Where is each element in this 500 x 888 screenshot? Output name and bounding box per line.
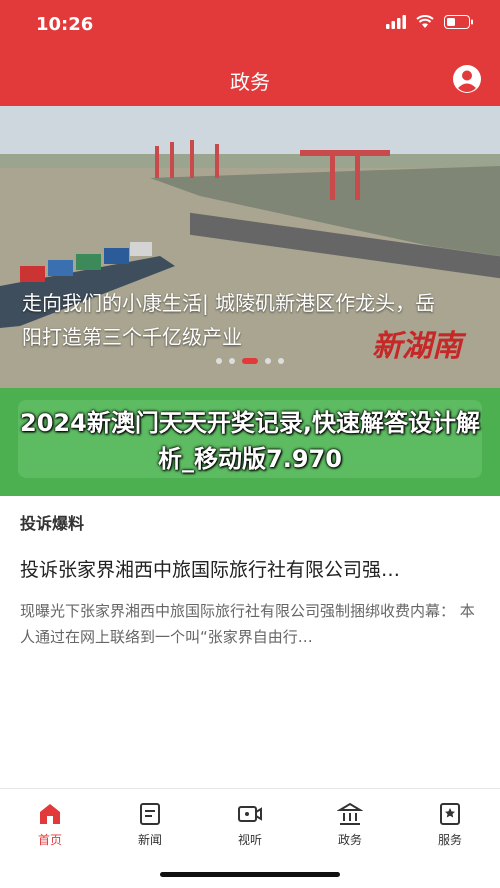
video-icon <box>238 806 262 822</box>
news-icon <box>140 803 160 825</box>
tab-label: 视听 <box>237 833 262 847</box>
section-title: 投诉爆料 <box>20 514 85 533</box>
carousel-dot[interactable] <box>265 358 271 364</box>
article-summary[interactable]: 现曝光下张家界湘西中旅国际旅行社有限公司强制捆绑收费内幕： 本人通过在网上联络到… <box>20 598 482 650</box>
government-icon <box>337 802 363 825</box>
tab-government[interactable]: 政务 <box>300 789 400 859</box>
tab-video[interactable]: 视听 <box>200 789 300 859</box>
service-icon <box>440 803 460 825</box>
home-indicator[interactable] <box>160 872 340 877</box>
page-title: 政务 <box>230 70 270 94</box>
tab-news[interactable]: 新闻 <box>100 789 200 859</box>
article-title[interactable]: 投诉张家界湘西中旅国际旅行社有限公司强… <box>20 555 482 582</box>
carousel-indicator <box>0 358 500 364</box>
carousel-dot[interactable] <box>216 358 222 364</box>
tab-bar: 首页 新闻 视听 政务 服务 <box>0 788 500 859</box>
tab-label: 政务 <box>337 833 362 847</box>
tab-label: 服务 <box>437 833 462 847</box>
overlay-title: 2024新澳门天天开奖记录,快速解答设计解析_移动版7.970 <box>20 409 480 473</box>
tab-home[interactable]: 首页 <box>0 789 100 859</box>
home-icon <box>40 804 60 824</box>
carousel-dot[interactable] <box>229 358 235 364</box>
banner-carousel[interactable]: 新湖南 走向我们的小康生活| 城陵矶新港区作龙头，岳阳打造第三个千亿级产业 <box>0 106 500 388</box>
user-icon[interactable] <box>452 64 482 94</box>
carousel-dot-active[interactable] <box>242 358 258 364</box>
nav-bar: 政务 <box>0 52 500 106</box>
tab-service[interactable]: 服务 <box>400 789 500 859</box>
tab-label: 首页 <box>37 833 62 847</box>
wifi-icon <box>416 15 434 28</box>
carousel-dot[interactable] <box>278 358 284 364</box>
banner-headline[interactable]: 走向我们的小康生活| 城陵矶新港区作龙头，岳阳打造第三个千亿级产业 <box>22 286 442 354</box>
battery-icon <box>444 15 473 29</box>
status-icons <box>386 15 474 29</box>
tab-label: 新闻 <box>137 833 162 847</box>
signal-icon <box>386 15 406 29</box>
status-time: 10:26 <box>36 14 94 35</box>
status-bar: 10:26 <box>0 0 500 52</box>
